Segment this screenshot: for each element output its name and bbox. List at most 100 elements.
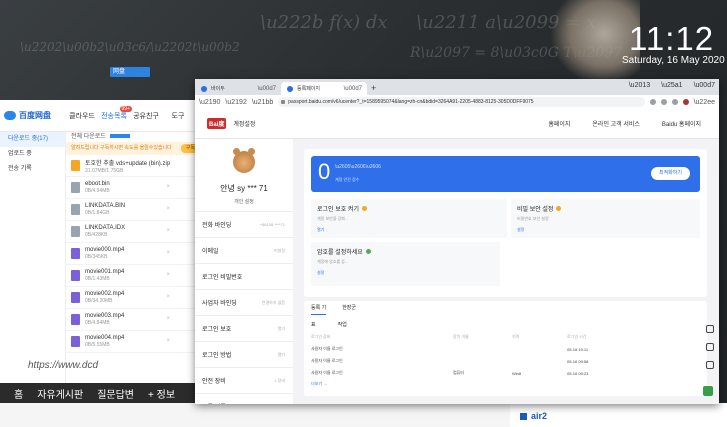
file-icon — [71, 160, 80, 171]
back-icon[interactable]: \u2190 — [199, 99, 220, 106]
close-icon[interactable]: × — [166, 228, 170, 234]
url-input[interactable]: passport.baidu.com/v6/ucenter?_t=1589595… — [278, 97, 645, 107]
history-more-link[interactable]: 더보기 → — [311, 381, 327, 387]
row-time: 05-16 09:58 — [567, 358, 589, 364]
close-icon[interactable]: × — [166, 184, 170, 190]
table-row: 사용자 이름 로그인 05-16 10:11 — [311, 343, 707, 355]
side-history[interactable]: 전송 기록 — [0, 162, 65, 177]
refresh-tool-icon[interactable] — [706, 325, 714, 333]
menu-item-label: 전화 바인딩 — [202, 223, 232, 229]
card-link[interactable]: 설정 — [517, 227, 694, 233]
pan-nav-transfer[interactable]: 전송목록 99+ — [98, 105, 132, 121]
file-row[interactable]: 토호한 추출 vds+update (bin).zip 31.07MB/1.75G… — [66, 155, 200, 177]
link-baidu-home[interactable]: Baidu 홈페이지 — [662, 119, 701, 128]
nav-board[interactable]: 자유게시판 — [37, 386, 83, 401]
close-icon[interactable]: × — [166, 272, 170, 278]
file-name: 토호한 추출 vds+update (bin).zip — [85, 160, 171, 167]
new-tab-button[interactable]: + — [371, 83, 376, 93]
file-row[interactable]: LINKDATA.BIN 0B/1.84GB × — [66, 199, 200, 221]
menu-item-value: 1 장비 — [274, 377, 285, 383]
tab-account[interactable]: 등록페이지 \u00d7 — [281, 82, 367, 95]
row-time: 05-16 09:23 — [567, 370, 589, 376]
menu-dots-icon[interactable]: \u22ee — [694, 99, 715, 106]
forward-icon[interactable]: \u2192 — [225, 99, 246, 106]
close-icon[interactable]: × — [166, 250, 170, 256]
history-tabs: 등록 기 한장군 — [311, 304, 356, 315]
link-home[interactable]: 홈페이지 — [548, 119, 570, 128]
close-icon[interactable]: × — [166, 338, 170, 344]
extension-icon[interactable] — [649, 99, 656, 105]
logo-text: 계정설정 — [233, 122, 256, 128]
file-row[interactable]: movie002.mp4 0B/34.20MB × — [66, 287, 200, 309]
personal-settings-link[interactable]: 개인 설정 — [195, 198, 293, 205]
tab-login-record[interactable]: 등록 기 — [311, 304, 327, 315]
speed-notice: 알려드립니다 구독하시면 속도를 올릴수있습니다 구독 — [66, 142, 200, 155]
settings-menu-item[interactable]: 이메일 미설정 — [195, 237, 293, 263]
col-name: 장치 이름 — [453, 334, 469, 339]
close-icon[interactable]: × — [166, 206, 170, 212]
extension-icon[interactable] — [671, 99, 678, 105]
air2-label: air2 — [520, 411, 547, 421]
tab-baidu[interactable]: 바이두 \u00d7 — [195, 82, 281, 95]
file-row[interactable]: movie004.mp4 0B/5.55MB × — [66, 331, 200, 353]
security-card[interactable]: 암호를 설정하세요 계정에 암호를 등... 설정 — [311, 242, 500, 286]
nav-home[interactable]: 홈 — [14, 386, 23, 401]
col-region: 지역 — [512, 334, 520, 339]
close-icon[interactable]: × — [166, 162, 170, 168]
security-card[interactable]: 비밀 보안 설정 비밀번호 보안 설정 설정 — [511, 199, 700, 238]
warning-dot-icon — [361, 206, 367, 211]
settings-menu-item[interactable]: 로그인 방법 열기 — [195, 341, 293, 367]
close-icon[interactable]: \u00d7 — [344, 86, 362, 92]
menu-item-value: 연결하지 않음 — [261, 299, 285, 305]
close-window-icon[interactable]: \u00d7 — [694, 82, 715, 89]
cloud-icon — [4, 111, 16, 120]
side-downloading[interactable]: 다운로드 중(17) — [0, 132, 65, 147]
file-row[interactable]: movie003.mp4 0B/4.84MB × — [66, 309, 200, 331]
baidu-logo[interactable]: Bai度 계정설정 — [207, 118, 255, 129]
file-name: LINKDATA.BIN — [85, 203, 126, 209]
side-uploading[interactable]: 업로드 중 — [0, 147, 65, 162]
profile-avatar[interactable] — [682, 99, 689, 105]
maximize-icon[interactable]: \u25a1 — [661, 82, 682, 89]
pan-nav-share[interactable]: 공유친구 — [130, 111, 162, 121]
security-card[interactable]: 로그인 보호 켜기 계정 보안을 강화... 열기 — [311, 199, 507, 238]
extension-icon[interactable] — [660, 99, 667, 105]
tab-other[interactable]: 한장군 — [342, 304, 356, 315]
card-desc: 계정 보안을 강화... — [317, 216, 349, 221]
baidu-pan-float-icon[interactable]: 网盘 — [110, 67, 150, 77]
settings-menu-item[interactable]: 사업자 바인딩 연결하지 않음 — [195, 289, 293, 315]
settings-menu-item[interactable]: 로그인 보호 열기 — [195, 315, 293, 341]
close-icon[interactable]: × — [166, 316, 170, 322]
shield-icon[interactable] — [703, 386, 713, 396]
file-row[interactable]: movie000.mp4 0B/345KB × — [66, 243, 200, 265]
desktop-date: Saturday, 16 May 2020 — [622, 55, 725, 66]
settings-menu-item[interactable]: 로그인 비밀번호 — [195, 263, 293, 289]
file-name: movie002.mp4 — [85, 291, 125, 297]
close-icon[interactable]: \u00d7 — [258, 86, 276, 92]
settings-menu-item[interactable]: 등록 기록 — [195, 393, 293, 404]
reload-icon[interactable]: \u21bb — [252, 99, 273, 106]
nav-info[interactable]: + 정보 — [148, 386, 175, 401]
pan-nav-tools[interactable]: 도구 — [162, 111, 194, 121]
file-icon — [71, 270, 80, 281]
download-all-label: 전체 다운로드 — [71, 134, 106, 140]
settings-menu-item[interactable]: 전화 바인딩 +86138 ****71 — [195, 211, 293, 237]
user-avatar[interactable] — [233, 148, 255, 173]
score-label: 계정 안전 점수 — [335, 177, 360, 182]
close-icon[interactable]: × — [166, 294, 170, 300]
nav-qna[interactable]: 질문답변 — [97, 386, 134, 401]
pan-file-list: 전체 다운로드 알려드립니다 구독하시면 속도를 올릴수있습니다 구독 토호한 추… — [66, 132, 200, 383]
edit-tool-icon[interactable] — [706, 343, 714, 351]
pan-nav-cloud[interactable]: 클라우드 — [66, 111, 98, 121]
file-row[interactable]: LINKDATA.IDX 0B/428KB × — [66, 221, 200, 243]
file-row[interactable]: movie001.mp4 0B/1.43MB × — [66, 265, 200, 287]
optimize-button[interactable]: 최적화하기 — [650, 167, 690, 180]
link-support[interactable]: 온라인 고객 서비스 — [592, 119, 640, 128]
transfer-count-badge: 99+ — [119, 105, 132, 112]
card-link[interactable]: 설정 — [317, 270, 494, 276]
settings-menu-item[interactable]: 안전 장비 1 장비 — [195, 367, 293, 393]
minimize-icon[interactable]: \u2013 — [629, 82, 650, 89]
file-row[interactable]: eboot.bin 0B/4.94MB × — [66, 177, 200, 199]
search-tool-icon[interactable] — [706, 361, 714, 369]
card-link[interactable]: 열기 — [317, 227, 501, 233]
